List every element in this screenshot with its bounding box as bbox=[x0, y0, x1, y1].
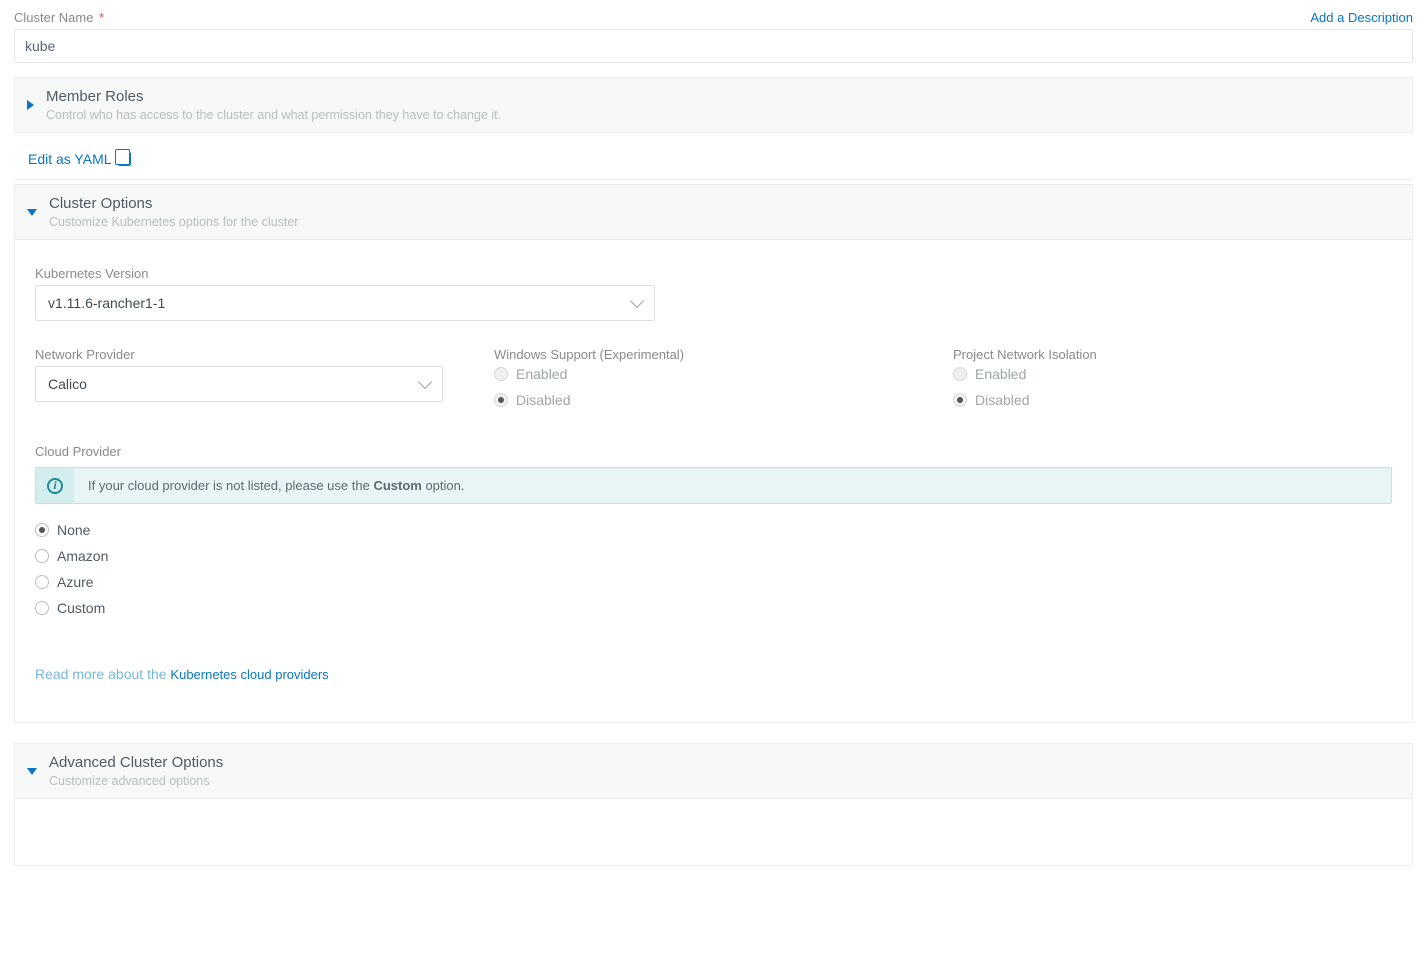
cp-none-label: None bbox=[57, 522, 90, 538]
cloud-provider-read-more: Read more about the Kubernetes cloud pro… bbox=[35, 666, 1392, 682]
windows-disabled-radio[interactable]: Disabled bbox=[494, 392, 933, 408]
cloud-info-suffix: option. bbox=[422, 478, 465, 493]
isolation-enabled-radio[interactable]: Enabled bbox=[953, 366, 1392, 382]
isolation-disabled-label: Disabled bbox=[975, 392, 1029, 408]
cloud-info-bold: Custom bbox=[373, 478, 421, 493]
radio-checked-icon bbox=[494, 393, 508, 407]
k8s-cloud-providers-link[interactable]: Kubernetes cloud providers bbox=[170, 667, 328, 682]
k8s-version-select[interactable]: v1.11.6-rancher1-1 bbox=[35, 285, 655, 321]
radio-unchecked-icon bbox=[35, 549, 49, 563]
cluster-options-title: Cluster Options bbox=[49, 195, 298, 212]
cloud-provider-info-banner: i If your cloud provider is not listed, … bbox=[35, 467, 1392, 504]
member-roles-subtitle: Control who has access to the cluster an… bbox=[46, 108, 501, 122]
isolation-label: Project Network Isolation bbox=[953, 347, 1392, 362]
advanced-options-section: Advanced Cluster Options Customize advan… bbox=[14, 743, 1413, 799]
cluster-options-section: Cluster Options Customize Kubernetes opt… bbox=[14, 184, 1413, 240]
radio-checked-icon bbox=[953, 393, 967, 407]
isolation-enabled-label: Enabled bbox=[975, 366, 1026, 382]
chevron-down-icon bbox=[27, 209, 37, 216]
cluster-name-label: Cluster Name * bbox=[14, 10, 104, 25]
chevron-down-icon bbox=[418, 375, 432, 389]
clipboard-icon bbox=[118, 152, 131, 166]
windows-support-label: Windows Support (Experimental) bbox=[494, 347, 933, 362]
radio-unchecked-icon bbox=[953, 367, 967, 381]
radio-checked-icon bbox=[35, 523, 49, 537]
windows-enabled-radio[interactable]: Enabled bbox=[494, 366, 933, 382]
advanced-options-panel bbox=[14, 799, 1413, 866]
network-provider-label: Network Provider bbox=[35, 347, 474, 362]
cp-azure-label: Azure bbox=[57, 574, 94, 590]
member-roles-section: Member Roles Control who has access to t… bbox=[14, 77, 1413, 133]
chevron-down-icon bbox=[630, 294, 644, 308]
cp-custom-label: Custom bbox=[57, 600, 105, 616]
cp-amazon-label: Amazon bbox=[57, 548, 108, 564]
windows-enabled-label: Enabled bbox=[516, 366, 567, 382]
advanced-options-subtitle: Customize advanced options bbox=[49, 774, 223, 788]
cloud-provider-custom-radio[interactable]: Custom bbox=[35, 600, 1392, 616]
edit-as-yaml-text: Edit as YAML bbox=[28, 151, 112, 167]
cluster-options-subtitle: Customize Kubernetes options for the clu… bbox=[49, 215, 298, 229]
k8s-version-value: v1.11.6-rancher1-1 bbox=[48, 295, 165, 311]
cloud-provider-azure-radio[interactable]: Azure bbox=[35, 574, 1392, 590]
cluster-options-panel: Kubernetes Version v1.11.6-rancher1-1 Ne… bbox=[14, 240, 1413, 723]
cluster-name-label-text: Cluster Name bbox=[14, 10, 93, 25]
network-provider-value: Calico bbox=[48, 376, 87, 392]
advanced-options-title: Advanced Cluster Options bbox=[49, 754, 223, 771]
k8s-version-label: Kubernetes Version bbox=[35, 266, 1392, 281]
cloud-provider-label: Cloud Provider bbox=[35, 444, 1392, 459]
info-icon: i bbox=[36, 468, 74, 503]
cluster-name-input[interactable] bbox=[14, 29, 1413, 63]
add-description-link[interactable]: Add a Description bbox=[1310, 10, 1413, 25]
chevron-down-icon bbox=[27, 768, 37, 775]
network-provider-select[interactable]: Calico bbox=[35, 366, 443, 402]
radio-unchecked-icon bbox=[35, 601, 49, 615]
isolation-disabled-radio[interactable]: Disabled bbox=[953, 392, 1392, 408]
edit-as-yaml-link[interactable]: Edit as YAML bbox=[14, 151, 131, 167]
radio-unchecked-icon bbox=[494, 367, 508, 381]
member-roles-toggle[interactable]: Member Roles Control who has access to t… bbox=[15, 78, 1412, 132]
cloud-provider-none-radio[interactable]: None bbox=[35, 522, 1392, 538]
read-more-prefix: Read more about the bbox=[35, 666, 170, 682]
cloud-provider-amazon-radio[interactable]: Amazon bbox=[35, 548, 1392, 564]
radio-unchecked-icon bbox=[35, 575, 49, 589]
required-asterisk: * bbox=[99, 10, 104, 25]
cluster-options-toggle[interactable]: Cluster Options Customize Kubernetes opt… bbox=[15, 185, 1412, 239]
chevron-right-icon bbox=[27, 100, 34, 110]
member-roles-title: Member Roles bbox=[46, 88, 501, 105]
advanced-options-toggle[interactable]: Advanced Cluster Options Customize advan… bbox=[15, 744, 1412, 798]
windows-disabled-label: Disabled bbox=[516, 392, 570, 408]
cloud-info-prefix: If your cloud provider is not listed, pl… bbox=[88, 478, 373, 493]
